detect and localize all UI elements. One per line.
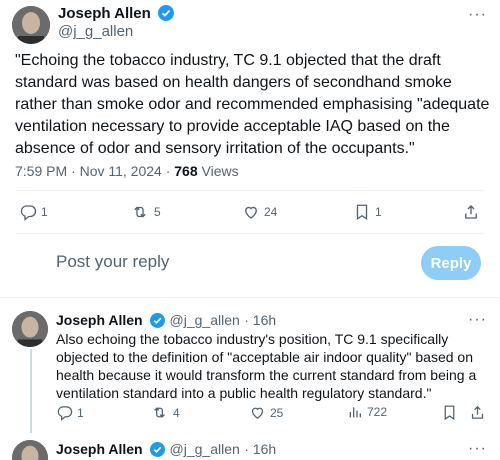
heart-icon	[251, 407, 264, 419]
views-action[interactable]: 722	[347, 404, 387, 420]
reply-text: Also echoing the tobacco industry's posi…	[56, 331, 477, 401]
retweet-count: 5	[154, 205, 161, 219]
share-action[interactable]	[462, 203, 480, 221]
reply-author-avatar[interactable]	[12, 311, 48, 347]
avatar-photo-icon	[12, 6, 50, 44]
more-options-icon[interactable]: ···	[468, 6, 487, 24]
reply-icon	[20, 205, 37, 221]
divider	[0, 297, 500, 298]
reply-button[interactable]: Reply	[421, 246, 481, 280]
divider	[15, 190, 485, 191]
reply-author-name[interactable]: Joseph Allen	[56, 441, 143, 457]
retweet-icon	[134, 206, 146, 218]
heart-icon	[245, 206, 257, 219]
avatar-photo-icon	[12, 440, 48, 460]
retweet-count: 4	[173, 405, 180, 420]
retweet-icon	[154, 407, 165, 418]
share-icon	[471, 405, 484, 419]
reply-author-handle[interactable]: @j_g_allen	[170, 441, 240, 457]
reply-age[interactable]: · 16h	[244, 312, 276, 328]
divider	[15, 233, 485, 234]
like-action[interactable]: 24	[242, 203, 277, 221]
reply-count: 1	[77, 405, 84, 420]
retweet-action[interactable]: 4	[150, 404, 180, 421]
like-count: 24	[264, 205, 278, 219]
reply-author-name[interactable]: Joseph Allen	[56, 312, 143, 328]
more-options-icon[interactable]: ···	[468, 311, 487, 329]
tweet-text: "Echoing the tobacco industry, TC 9.1 ob…	[15, 52, 490, 157]
verified-badge-icon	[150, 442, 166, 460]
reply-age[interactable]: · 16h	[244, 441, 276, 457]
tweet-meta: 7:59 PM · Nov 11, 2024 · 768 Views	[15, 163, 239, 179]
tweet-timestamp[interactable]: 7:59 PM · Nov 11, 2024 ·	[15, 163, 174, 179]
analytics-icon	[349, 407, 361, 418]
reply-action[interactable]: 1	[19, 203, 48, 221]
author-name[interactable]: Joseph Allen	[58, 5, 151, 22]
like-count: 25	[270, 405, 284, 420]
thread-connector	[30, 349, 32, 433]
reply-author-handle[interactable]: @j_g_allen	[170, 312, 240, 328]
retweet-action[interactable]: 5	[130, 203, 161, 221]
bookmark-icon	[356, 204, 368, 221]
reply-author-line: Joseph Allen @j_g_allen · 16h	[56, 441, 276, 460]
share-action[interactable]	[469, 404, 486, 421]
bookmark-action[interactable]	[441, 404, 458, 421]
bookmark-count: 1	[375, 205, 382, 219]
bookmark-action[interactable]: 1	[353, 203, 382, 221]
bookmark-icon	[444, 405, 455, 421]
reply-action[interactable]: 1	[56, 404, 84, 421]
avatar-photo-icon	[12, 311, 48, 347]
reply-count: 1	[41, 205, 48, 219]
reply-composer-input[interactable]: Post your reply	[56, 252, 169, 272]
author-avatar[interactable]	[12, 6, 50, 44]
reply-author-avatar[interactable]	[12, 440, 48, 460]
verified-badge-icon	[158, 5, 175, 26]
like-action[interactable]: 25	[249, 404, 283, 421]
views-label: Views	[197, 163, 239, 179]
views-count: 722	[367, 405, 388, 419]
share-icon	[465, 205, 477, 219]
author-handle[interactable]: @j_g_allen	[58, 23, 133, 40]
reply-icon	[57, 406, 73, 421]
more-options-icon[interactable]: ···	[468, 440, 487, 458]
views-count: 768	[174, 163, 198, 179]
